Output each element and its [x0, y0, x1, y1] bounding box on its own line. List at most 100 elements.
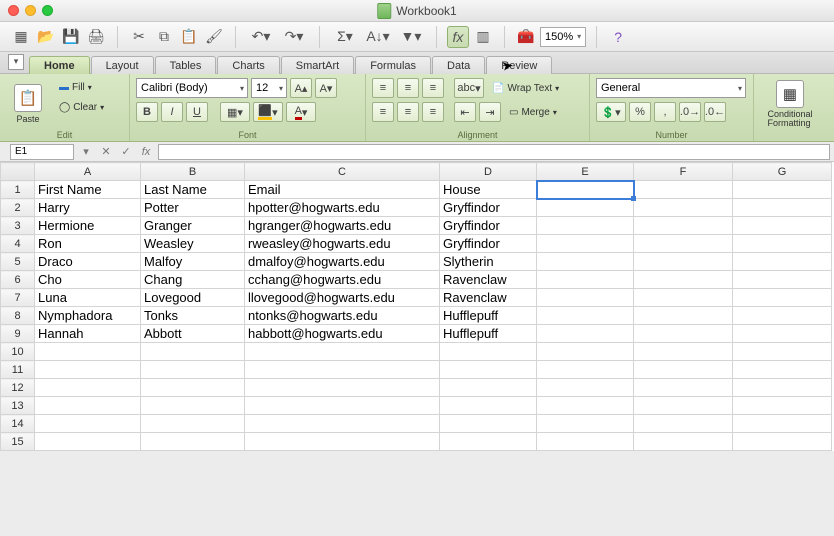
cell-F9[interactable]: [634, 325, 733, 343]
cell-F10[interactable]: [634, 343, 733, 361]
cell-D7[interactable]: Ravenclaw: [440, 289, 537, 307]
cell-F7[interactable]: [634, 289, 733, 307]
cell-E9[interactable]: [537, 325, 634, 343]
currency-button[interactable]: 💲▾: [596, 102, 626, 122]
column-header-D[interactable]: D: [440, 163, 537, 181]
name-box[interactable]: E1: [10, 144, 74, 160]
fill-handle[interactable]: [631, 196, 636, 201]
cell-F4[interactable]: [634, 235, 733, 253]
cell-C10[interactable]: [245, 343, 440, 361]
column-header-G[interactable]: G: [733, 163, 832, 181]
cell-G11[interactable]: [733, 361, 832, 379]
undo-icon[interactable]: ↶▾: [246, 26, 276, 48]
row-header-1[interactable]: 1: [1, 181, 35, 199]
comma-button[interactable]: ,: [654, 102, 676, 122]
cell-D10[interactable]: [440, 343, 537, 361]
cell-A6[interactable]: Cho: [35, 271, 141, 289]
column-header-F[interactable]: F: [634, 163, 733, 181]
cell-F2[interactable]: [634, 199, 733, 217]
formula-input[interactable]: [158, 144, 830, 160]
redo-icon[interactable]: ↷▾: [279, 26, 309, 48]
italic-button[interactable]: I: [161, 102, 183, 122]
column-header-A[interactable]: A: [35, 163, 141, 181]
cell-C4[interactable]: rweasley@hogwarts.edu: [245, 235, 440, 253]
row-header-15[interactable]: 15: [1, 433, 35, 451]
cell-C3[interactable]: hgranger@hogwarts.edu: [245, 217, 440, 235]
cell-G9[interactable]: [733, 325, 832, 343]
cell-G8[interactable]: [733, 307, 832, 325]
percent-button[interactable]: %: [629, 102, 651, 122]
cell-D3[interactable]: Gryffindor: [440, 217, 537, 235]
font-name-select[interactable]: Calibri (Body): [136, 78, 248, 98]
cell-D8[interactable]: Hufflepuff: [440, 307, 537, 325]
cell-E15[interactable]: [537, 433, 634, 451]
cell-D9[interactable]: Hufflepuff: [440, 325, 537, 343]
cell-G10[interactable]: [733, 343, 832, 361]
cell-C5[interactable]: dmalfoy@hogwarts.edu: [245, 253, 440, 271]
cell-A1[interactable]: First Name: [35, 181, 141, 199]
cell-D5[interactable]: Slytherin: [440, 253, 537, 271]
column-header-E[interactable]: E: [537, 163, 634, 181]
cell-G7[interactable]: [733, 289, 832, 307]
cell-B2[interactable]: Potter: [141, 199, 245, 217]
cell-E13[interactable]: [537, 397, 634, 415]
tab-tables[interactable]: Tables: [155, 56, 217, 74]
cell-B5[interactable]: Malfoy: [141, 253, 245, 271]
row-header-2[interactable]: 2: [1, 199, 35, 217]
cell-F15[interactable]: [634, 433, 733, 451]
tab-review[interactable]: Review: [486, 56, 552, 74]
cell-C7[interactable]: llovegood@hogwarts.edu: [245, 289, 440, 307]
cell-B12[interactable]: [141, 379, 245, 397]
cell-G3[interactable]: [733, 217, 832, 235]
number-format-select[interactable]: General: [596, 78, 746, 98]
copy-icon[interactable]: ⧉: [153, 26, 175, 48]
fill-button[interactable]: ▬Fill▾: [54, 78, 109, 96]
cell-A13[interactable]: [35, 397, 141, 415]
zoom-select[interactable]: 150%▾: [540, 27, 586, 47]
sort-icon[interactable]: A↓▾: [363, 26, 393, 48]
cell-A4[interactable]: Ron: [35, 235, 141, 253]
cell-C15[interactable]: [245, 433, 440, 451]
cell-E6[interactable]: [537, 271, 634, 289]
cell-E1[interactable]: [537, 181, 634, 199]
confirm-edit-icon[interactable]: ✓: [118, 144, 134, 160]
cut-icon[interactable]: ✂: [128, 26, 150, 48]
cell-B7[interactable]: Lovegood: [141, 289, 245, 307]
row-header-13[interactable]: 13: [1, 397, 35, 415]
cell-B6[interactable]: Chang: [141, 271, 245, 289]
bold-button[interactable]: B: [136, 102, 158, 122]
cell-G4[interactable]: [733, 235, 832, 253]
cell-G1[interactable]: [733, 181, 832, 199]
increase-font-icon[interactable]: A▴: [290, 78, 312, 98]
cell-B8[interactable]: Tonks: [141, 307, 245, 325]
decrease-font-icon[interactable]: A▾: [315, 78, 337, 98]
align-top-icon[interactable]: ≡: [372, 78, 394, 98]
cell-E5[interactable]: [537, 253, 634, 271]
cell-F11[interactable]: [634, 361, 733, 379]
cell-E4[interactable]: [537, 235, 634, 253]
cell-F3[interactable]: [634, 217, 733, 235]
cell-A11[interactable]: [35, 361, 141, 379]
cell-A8[interactable]: Nymphadora: [35, 307, 141, 325]
tab-data[interactable]: Data: [432, 56, 485, 74]
cell-F5[interactable]: [634, 253, 733, 271]
cell-C13[interactable]: [245, 397, 440, 415]
column-header-C[interactable]: C: [245, 163, 440, 181]
cell-C12[interactable]: [245, 379, 440, 397]
close-window-button[interactable]: [8, 5, 19, 16]
toolbox-icon[interactable]: 🧰: [515, 26, 537, 48]
cancel-edit-icon[interactable]: ✕: [98, 144, 114, 160]
cell-D12[interactable]: [440, 379, 537, 397]
cell-B14[interactable]: [141, 415, 245, 433]
paste-button[interactable]: 📋 Paste: [6, 78, 50, 130]
cell-D13[interactable]: [440, 397, 537, 415]
align-center-icon[interactable]: ≡: [397, 102, 419, 122]
clear-button[interactable]: ◯Clear▾: [54, 98, 109, 116]
cell-A3[interactable]: Hermione: [35, 217, 141, 235]
align-right-icon[interactable]: ≡: [422, 102, 444, 122]
zoom-window-button[interactable]: [42, 5, 53, 16]
cell-A9[interactable]: Hannah: [35, 325, 141, 343]
cell-A15[interactable]: [35, 433, 141, 451]
cell-E7[interactable]: [537, 289, 634, 307]
cell-D2[interactable]: Gryffindor: [440, 199, 537, 217]
